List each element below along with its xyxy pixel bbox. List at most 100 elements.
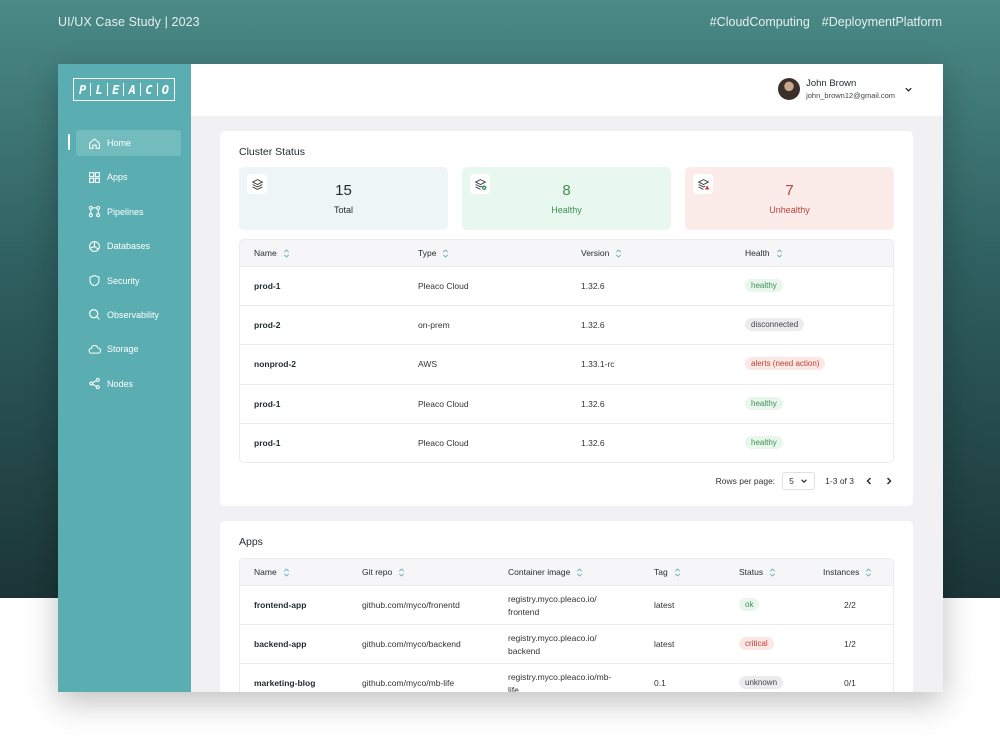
table-row[interactable]: marketing-blog github.com/myco/mb-life r… [240,663,893,692]
grid-icon [89,171,100,183]
cloud-icon [88,344,101,354]
app-git-repo: github.com/myco/backend [362,639,461,650]
sort-icon[interactable] [769,567,776,577]
sidebar-item-databases[interactable]: Databases [58,233,191,259]
table-row[interactable]: nonprod-2 AWS 1.33.1-rc alerts (need act… [240,344,893,383]
app-instances: 1/2 [844,639,856,650]
logo-letter: C [145,82,153,97]
cluster-version: 1.32.6 [581,281,605,291]
stat-unhealthy: 7 Unhealthy [685,167,894,230]
hashtags: #CloudComputing #DeploymentPlatform [710,15,942,29]
avatar [778,78,801,100]
sidebar-item-home[interactable]: Home [68,130,181,156]
table-header: Name Git repo Container image Tag Status… [240,559,893,585]
column-header-health[interactable]: Health [745,248,783,258]
cluster-type: Pleaco Cloud [418,281,469,291]
chevron-left-icon[interactable] [864,476,874,486]
logo-letter: L [95,82,103,97]
status-badge: healthy [745,279,783,292]
column-header-name[interactable]: Name [254,567,290,577]
clusters-table: Name Type Version Health prod-1 Pleaco C… [239,239,894,463]
stat-value: 8 [562,182,571,199]
app-container-image: registry.myco.pleaco.io/mb-life [508,672,612,692]
user-menu[interactable]: John Brown john_brown12@gmail.com [778,78,913,100]
sidebar-item-observability[interactable]: Observability [58,302,191,328]
column-header-version[interactable]: Version [581,248,622,258]
sort-icon[interactable] [615,248,622,258]
sort-icon[interactable] [398,567,405,577]
cluster-version: 1.33.1-rc [581,359,615,370]
user-name: John Brown [806,78,857,89]
sort-icon[interactable] [865,567,872,577]
cluster-name: prod-1 [254,437,281,448]
sort-icon[interactable] [442,248,449,258]
cluster-name: prod-1 [254,398,281,409]
logo-letter: P [79,82,87,97]
status-badge: ok [739,598,760,611]
app-name: marketing-blog [254,678,316,689]
sidebar-item-nodes[interactable]: Nodes [58,371,191,397]
logo-letter: O [161,82,169,97]
hashtag-deployment-platform: #DeploymentPlatform [821,15,942,29]
column-header-git-repo[interactable]: Git repo [362,567,405,577]
table-row[interactable]: backend-app github.com/myco/backend regi… [240,624,893,663]
app-name: backend-app [254,639,307,650]
cluster-type: AWS [418,359,438,370]
page-range: 1-3 of 3 [825,476,854,486]
table-row[interactable]: frontend-app github.com/myco/fronentd re… [240,585,893,624]
rows-per-page-select[interactable]: 5 [782,472,816,490]
logo-letter: E [112,82,120,97]
app-name: frontend-app [254,600,307,610]
sidebar-item-label: Observability [107,309,160,320]
app-instances: 2/2 [844,600,856,610]
shield-icon [89,274,100,287]
active-indicator [68,134,70,150]
pipeline-icon [88,206,101,218]
status-badge: disconnected [745,318,805,332]
column-header-type[interactable]: Type [418,248,449,258]
search-icon [89,309,100,321]
cluster-type: on-prem [418,320,450,331]
column-header-instances[interactable]: Instances [823,567,872,577]
sidebar-item-label: Apps [107,172,128,183]
table-row[interactable]: prod-1 Pleaco Cloud 1.32.6 healthy [240,383,893,423]
sidebar-item-apps[interactable]: Apps [58,164,191,190]
cluster-version: 1.32.6 [581,437,605,448]
chevron-right-icon[interactable] [884,476,894,486]
table-row[interactable]: prod-1 Pleaco Cloud 1.32.6 healthy [240,422,893,462]
status-badge: unknown [739,676,784,690]
sidebar-item-label: Pipelines [107,206,144,217]
card-title: Apps [239,536,263,548]
sidebar-item-label: Databases [107,241,151,252]
logo[interactable]: P L E A C O [73,78,175,101]
sort-icon[interactable] [283,567,290,577]
table-row[interactable]: prod-2 on-prem 1.32.6 disconnected [240,305,893,344]
sort-icon[interactable] [776,248,783,258]
sort-icon[interactable] [674,567,681,577]
status-badge: alerts (need action) [745,357,826,371]
sidebar-item-label: Home [107,138,132,148]
column-header-tag[interactable]: Tag [654,567,681,577]
column-header-status[interactable]: Status [739,567,776,577]
sort-icon[interactable] [576,567,583,577]
cluster-version: 1.32.6 [581,320,605,331]
app-tag: latest [654,639,675,650]
sort-icon[interactable] [283,248,290,258]
app-git-repo: github.com/myco/fronentd [362,600,460,610]
app-tag: 0.1 [654,678,666,689]
cluster-name: nonprod-2 [254,359,297,370]
sidebar-item-security[interactable]: Security [58,268,191,294]
status-badge: healthy [745,396,783,410]
table-header: Name Type Version Health [240,240,893,266]
sidebar-item-pipelines[interactable]: Pipelines [58,199,191,225]
chevron-down-icon[interactable] [904,85,913,94]
table-row[interactable]: prod-1 Pleaco Cloud 1.32.6 healthy [240,266,893,305]
app-window: P L E A C O Home Apps Pipelines Database… [58,64,943,692]
sidebar-item-label: Storage [107,344,139,355]
sidebar-item-storage[interactable]: Storage [58,336,191,362]
stat-label: Total [333,205,353,215]
column-header-container-image[interactable]: Container image [508,567,583,577]
apps-card: Apps Name Git repo Container image Tag S… [220,521,913,692]
share-icon [89,378,100,390]
column-header-name[interactable]: Name [254,248,290,258]
